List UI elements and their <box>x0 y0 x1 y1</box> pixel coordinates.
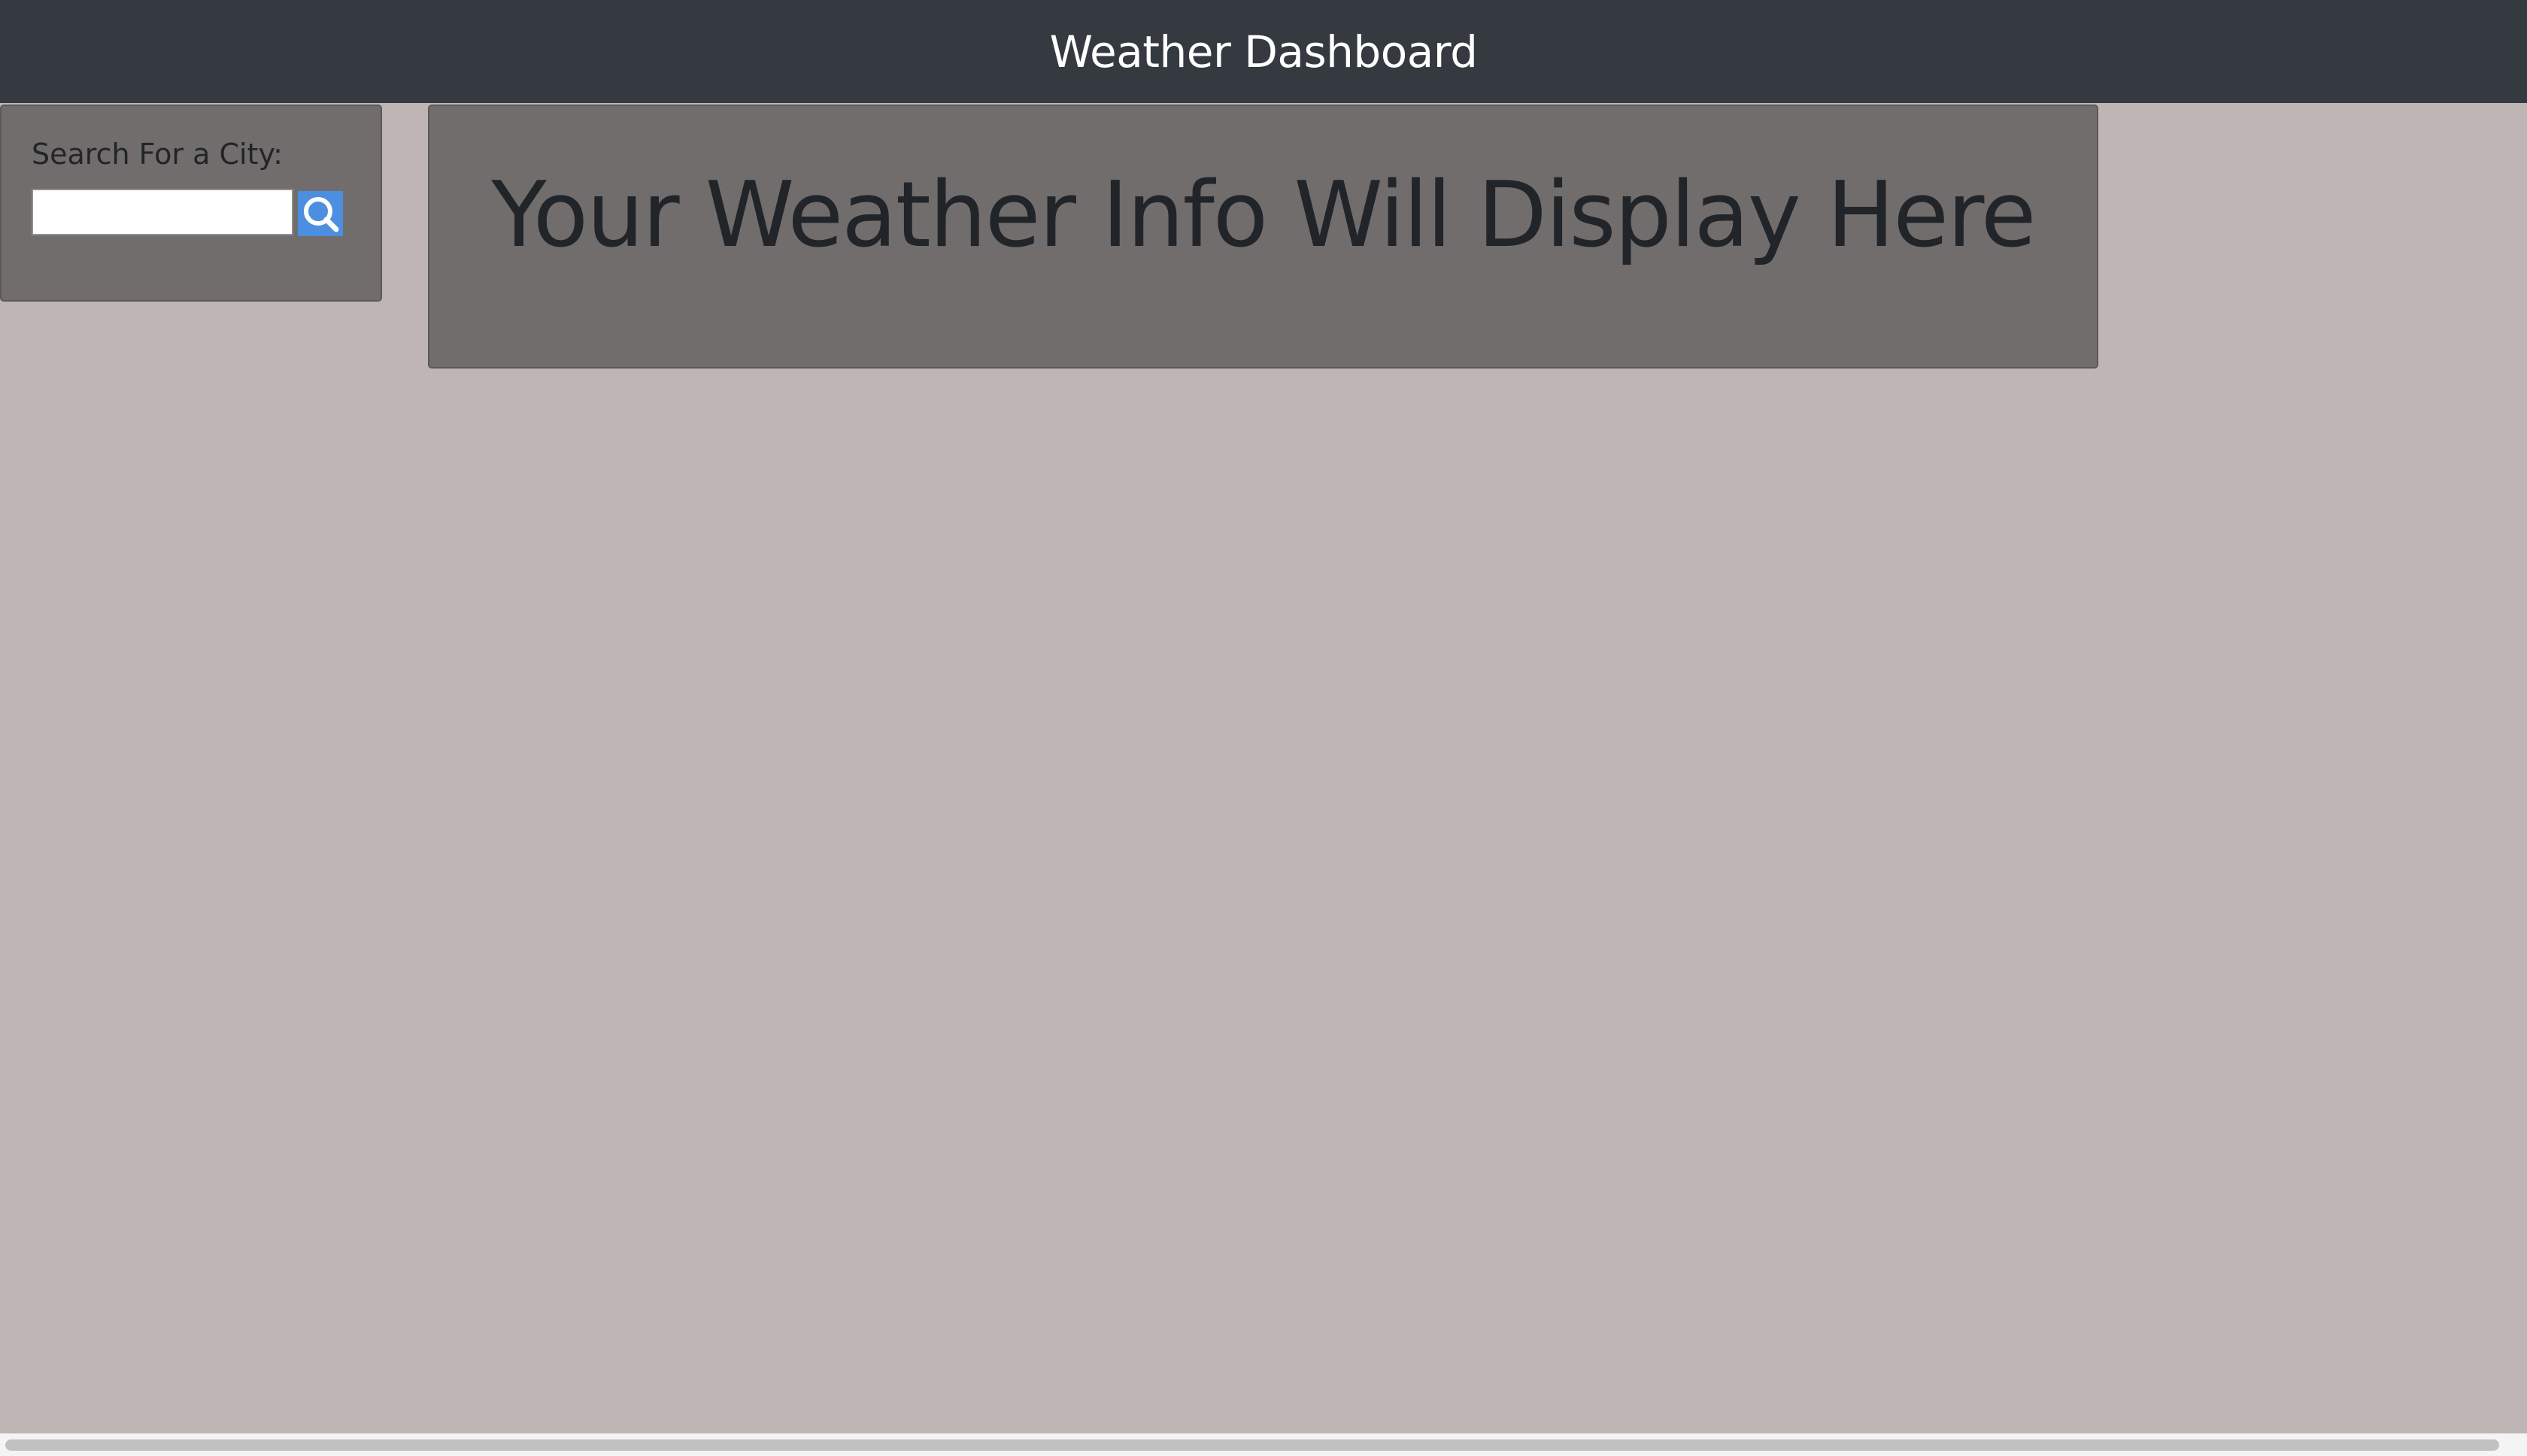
search-label: Search For a City: <box>32 138 283 171</box>
page-title: Weather Dashboard <box>1049 26 1478 77</box>
search-panel: Search For a City: <box>0 105 382 302</box>
search-button[interactable] <box>298 191 343 236</box>
scrollbar-thumb[interactable] <box>5 1439 2499 1451</box>
horizontal-scrollbar[interactable] <box>0 1433 2527 1456</box>
weather-placeholder-text: Your Weather Info Will Display Here <box>491 163 2036 268</box>
app-header: Weather Dashboard <box>0 0 2527 103</box>
search-icon <box>300 193 341 234</box>
city-search-input[interactable] <box>32 189 293 235</box>
weather-info-panel: Your Weather Info Will Display Here <box>428 105 2098 369</box>
